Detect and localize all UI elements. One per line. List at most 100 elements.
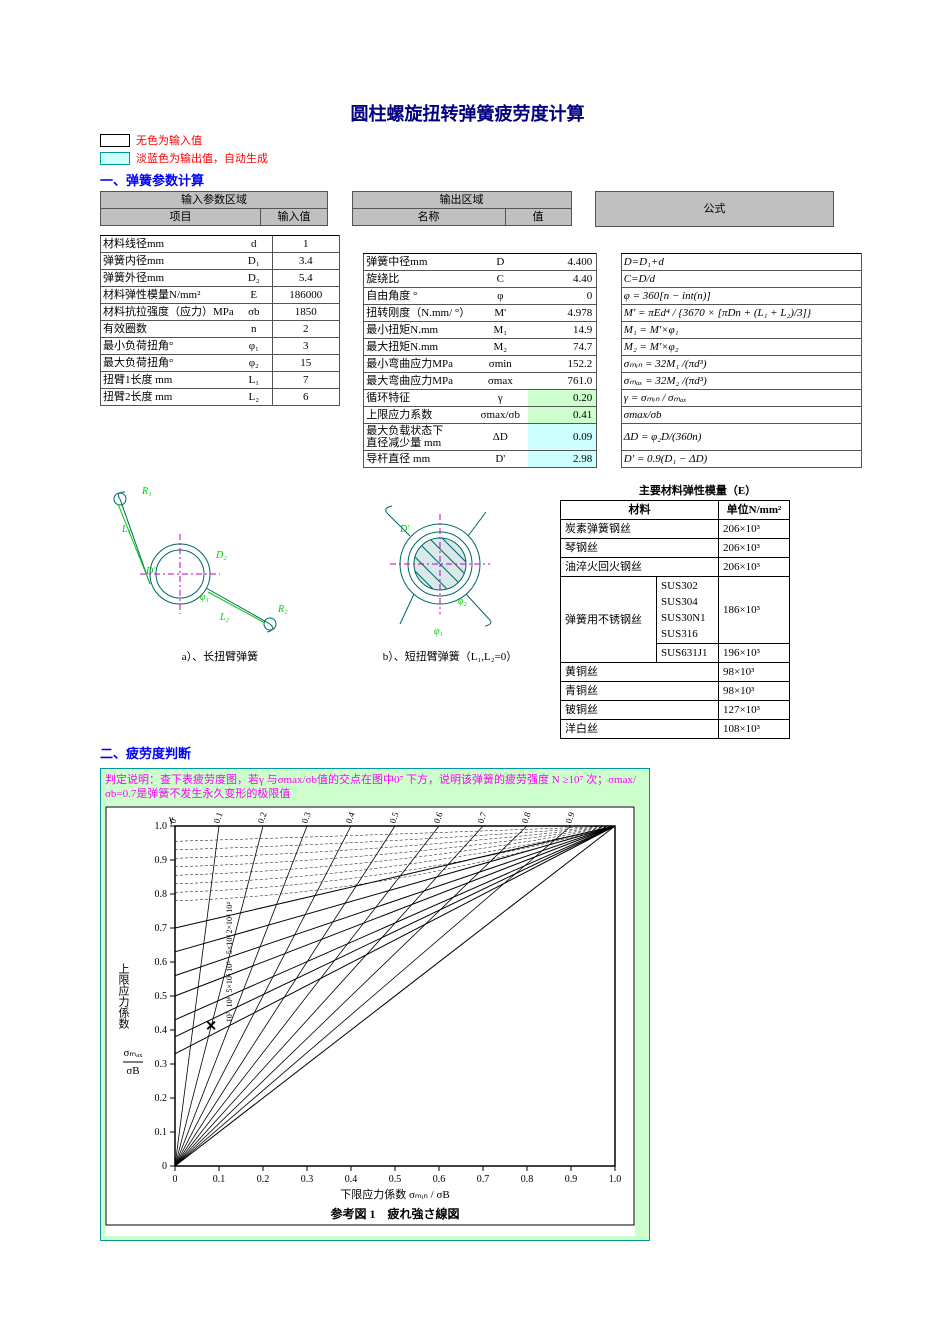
- output-value: 761.0: [528, 373, 597, 390]
- output-label: 上限应力系数: [364, 407, 473, 424]
- hdr-input-val: 输入值: [260, 209, 327, 226]
- mat-name: 青铜丝: [561, 682, 719, 701]
- output-symbol: D': [472, 451, 528, 468]
- output-symbol: ΔD: [472, 424, 528, 451]
- mat-value: 206×10³: [718, 539, 789, 558]
- mat-name: 洋白丝: [561, 720, 719, 739]
- svg-text:0.5: 0.5: [389, 1174, 402, 1185]
- input-label: 弹簧外径mm: [101, 270, 236, 287]
- hdr-output-name: 名称: [352, 209, 505, 226]
- input-symbol: E: [236, 287, 273, 304]
- input-symbol: n: [236, 321, 273, 338]
- output-symbol: γ: [472, 390, 528, 407]
- formula-cell: σₘᵢₙ = 32M₁ /(πd³): [621, 356, 861, 373]
- svg-text:L₂: L₂: [219, 612, 230, 623]
- mat-value: 206×10³: [718, 520, 789, 539]
- svg-text:D': D': [399, 524, 410, 535]
- svg-text:φ₁: φ₁: [434, 626, 443, 637]
- output-symbol: σmax/σb: [472, 407, 528, 424]
- figure-a-caption: a）、长扭臂弹簧: [100, 648, 340, 664]
- mat-head-unit: 单位N/mm²: [718, 501, 789, 520]
- output-symbol: φ: [472, 288, 528, 305]
- formula-cell: M₂ = M'×φ₂: [621, 339, 861, 356]
- output-symbol: M': [472, 305, 528, 322]
- legend-nocolor: 无色为输入值: [100, 132, 835, 148]
- input-value[interactable]: 5.4: [272, 270, 339, 287]
- svg-text:0.5: 0.5: [387, 810, 400, 824]
- svg-text:下限应力係数 σₘᵢₙ / σB: 下限应力係数 σₘᵢₙ / σB: [340, 1187, 450, 1201]
- mat-value: 127×10³: [718, 701, 789, 720]
- input-value[interactable]: 2: [272, 321, 339, 338]
- formula-cell: M' = πEd⁴ / {3670 × [πDn + (L₁ + L₂)/3]}: [621, 305, 861, 322]
- input-label: 材料线径mm: [101, 236, 236, 253]
- figure-a-long-arm: L₁ L₂ R₁ R₂ D' D₂ φ₁: [100, 474, 320, 644]
- hdr-output-val: 值: [505, 209, 571, 226]
- svg-text:✕: ✕: [205, 1019, 217, 1034]
- svg-text:上限应力係数: 上限应力係数: [117, 962, 130, 1029]
- mat-sus631-name: SUS631J1: [657, 644, 719, 663]
- mat-value: 98×10³: [718, 682, 789, 701]
- input-value[interactable]: 6: [272, 389, 339, 406]
- input-value[interactable]: 15: [272, 355, 339, 372]
- mat-name: 铍铜丝: [561, 701, 719, 720]
- output-label: 扭转刚度（N.mm/ °）: [364, 305, 473, 322]
- svg-text:1.0: 1.0: [609, 1174, 622, 1185]
- output-value: 4.978: [528, 305, 597, 322]
- input-value[interactable]: 3.4: [272, 253, 339, 270]
- mat-name: 油淬火回火钢丝: [561, 558, 719, 577]
- svg-text:0.5: 0.5: [155, 991, 168, 1002]
- input-label: 最大负荷扭角°: [101, 355, 236, 372]
- input-value[interactable]: 186000: [272, 287, 339, 304]
- output-label: 旋绕比: [364, 271, 473, 288]
- output-label: 最大负载状态下直径减少量 mm: [364, 424, 473, 451]
- input-label: 材料弹性模量N/mm²: [101, 287, 236, 304]
- output-symbol: σmax: [472, 373, 528, 390]
- output-label: 循环特征: [364, 390, 473, 407]
- fatigue-note: 判定说明：查下表疲劳度图，若γ 与σmax/σb值的交点在图中0⁷ 下方，说明该…: [105, 773, 645, 802]
- formula-cell: D=D₁+d: [621, 254, 861, 271]
- mat-name: 炭素弹簧钢丝: [561, 520, 719, 539]
- svg-text:0.1: 0.1: [155, 1127, 168, 1138]
- formula-cell: σₘₐₓ = 32M₂ /(πd³): [621, 373, 861, 390]
- input-value[interactable]: 1850: [272, 304, 339, 321]
- svg-text:0.8: 0.8: [519, 810, 532, 824]
- header-row: 输入参数区域 项目 输入值 输出区域 名称 值 公式: [100, 191, 835, 227]
- output-value: 0: [528, 288, 597, 305]
- formula-table: D=D₁+dC=D/dφ = 360[n − int(n)]M' = πEd⁴ …: [621, 253, 862, 468]
- svg-text:0.4: 0.4: [155, 1025, 168, 1036]
- input-value[interactable]: 1: [272, 236, 339, 253]
- output-label: 导杆直径 mm: [364, 451, 473, 468]
- input-value[interactable]: 7: [272, 372, 339, 389]
- mat-head-material: 材料: [561, 501, 719, 520]
- input-value[interactable]: 3: [272, 338, 339, 355]
- input-symbol: D₂: [236, 270, 273, 287]
- formula-cell: M₁ = M'×φ₁: [621, 322, 861, 339]
- svg-text:1.0: 1.0: [155, 821, 168, 832]
- hdr-formula: 公式: [596, 192, 834, 227]
- output-label: 最小弯曲应力MPa: [364, 356, 473, 373]
- output-value: 4.400: [528, 254, 597, 271]
- output-label: 最大扭矩N.mm: [364, 339, 473, 356]
- input-label: 扭臂2长度 mm: [101, 389, 236, 406]
- fatigue-chart: 00.10.20.30.40.50.60.70.80.91.000.10.20.…: [105, 806, 635, 1236]
- mat-value: 206×10³: [718, 558, 789, 577]
- output-symbol: M₁: [472, 322, 528, 339]
- material-title: 主要材料弹性模量（E）: [560, 482, 835, 498]
- hdr-input-area: 输入参数区域: [101, 192, 328, 209]
- output-value: 0.20: [528, 390, 597, 407]
- output-label: 最小扭矩N.mm: [364, 322, 473, 339]
- svg-text:0.6: 0.6: [431, 810, 444, 824]
- svg-text:2×10⁴: 2×10⁴: [225, 914, 234, 934]
- svg-text:0.9: 0.9: [563, 810, 576, 824]
- section-1-title: 一、弹簧参数计算: [100, 170, 835, 189]
- svg-text:0.8: 0.8: [521, 1174, 534, 1185]
- svg-text:R₁: R₁: [141, 486, 152, 497]
- legend-lightblue-text: 淡蓝色为输出值，自动生成: [136, 150, 268, 166]
- output-value: 0.41: [528, 407, 597, 424]
- output-table: 弹簧中径mmD4.400旋绕比C4.40自由角度 °φ0扭转刚度（N.mm/ °…: [363, 253, 597, 468]
- output-value: 14.9: [528, 322, 597, 339]
- svg-text:γ: γ: [168, 814, 174, 825]
- svg-text:0.2: 0.2: [257, 1174, 270, 1185]
- input-symbol: φ₁: [236, 338, 273, 355]
- output-value: 74.7: [528, 339, 597, 356]
